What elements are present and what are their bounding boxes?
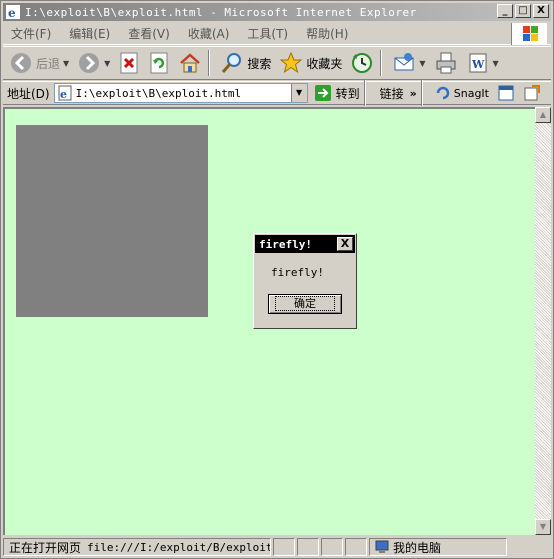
back-button[interactable]: 后退 ▼	[7, 49, 71, 77]
svg-text:e: e	[8, 6, 16, 20]
status-bar: e 正在打开网页 file:///I:/exploit/B/exploit.ht…	[3, 537, 551, 557]
menu-tools[interactable]: 工具(T)	[247, 25, 288, 42]
dialog-title: firefly!	[259, 237, 312, 251]
status-pane	[321, 538, 343, 556]
address-input[interactable]: e I:\exploit\B\exploit.html ▼	[53, 83, 308, 103]
favorites-star-icon	[279, 51, 303, 74]
dialog-message: firefly!	[271, 266, 324, 279]
title-bar[interactable]: e I:\exploit\B\exploit.html - Microsoft …	[3, 3, 551, 21]
address-value: I:\exploit\B\exploit.html	[75, 86, 242, 100]
go-label: 转到	[335, 86, 360, 101]
edit-button[interactable]: W ▼	[464, 49, 501, 77]
window-title: I:\exploit\B\exploit.html - Microsoft In…	[25, 5, 417, 19]
standard-toolbar: 后退 ▼ ▼ 搜索 收藏夹 ▼ W ▼	[3, 46, 551, 80]
stop-icon	[120, 52, 138, 74]
status-pane	[273, 538, 295, 556]
status-main-pane: e 正在打开网页 file:///I:/exploit/B/exploit.ht…	[3, 538, 271, 556]
address-label: 地址(D)	[7, 86, 50, 101]
snagit-label: SnagIt	[453, 86, 489, 100]
capture-window-icon[interactable]	[497, 84, 515, 102]
menu-view[interactable]: 查看(V)	[128, 25, 170, 42]
mail-icon	[394, 53, 414, 71]
edit-word-icon: W	[469, 53, 487, 73]
mail-button[interactable]: ▼	[390, 49, 427, 77]
menu-edit[interactable]: 编辑(E)	[69, 25, 110, 42]
status-zone-pane: 我的电脑	[369, 538, 507, 556]
print-button[interactable]	[432, 49, 460, 77]
windows-logo	[511, 23, 547, 45]
home-button[interactable]	[176, 49, 204, 77]
ie-window: e I:\exploit\B\exploit.html - Microsoft …	[0, 0, 554, 559]
minimize-button[interactable]: _	[497, 4, 513, 18]
stop-button[interactable]	[116, 49, 142, 77]
svg-text:W: W	[471, 58, 485, 71]
scroll-down-button[interactable]: ▼	[535, 519, 551, 535]
links-toolbar[interactable]: 链接 »	[380, 85, 417, 102]
snagit-button[interactable]: SnagIt	[435, 85, 489, 101]
alert-dialog: firefly! X firefly! 确定	[253, 233, 357, 329]
forward-button[interactable]: ▼	[75, 49, 112, 77]
favorites-label: 收藏夹	[306, 56, 343, 71]
search-button[interactable]: 搜索	[218, 49, 273, 77]
scroll-up-button[interactable]: ▲	[535, 107, 551, 123]
my-computer-icon	[375, 540, 389, 553]
ok-label: 确定	[275, 296, 335, 311]
ok-button[interactable]: 确定	[268, 294, 342, 314]
maximize-button[interactable]: □	[515, 4, 531, 18]
status-pane	[297, 538, 319, 556]
status-zone-text: 我的电脑	[393, 540, 442, 555]
vertical-scrollbar[interactable]: ▲ ▼	[535, 107, 551, 535]
search-icon	[222, 53, 242, 73]
close-button[interactable]: X	[533, 4, 549, 18]
chevron-down-icon[interactable]: ▼	[493, 59, 499, 68]
toolbar-separator	[208, 50, 211, 76]
menu-favorites[interactable]: 收藏(A)	[188, 25, 230, 42]
page-icon: e	[58, 85, 72, 101]
go-arrow-icon	[314, 85, 331, 101]
dialog-close-button[interactable]: X	[337, 237, 353, 251]
back-arrow-icon	[11, 53, 31, 73]
links-label: 链接	[379, 86, 404, 101]
search-label: 搜索	[247, 56, 272, 71]
home-icon	[180, 53, 201, 73]
address-bar: 地址(D) e I:\exploit\B\exploit.html ▼ 转到 链…	[3, 80, 551, 106]
ie-icon: e	[6, 5, 20, 20]
favorites-button[interactable]: 收藏夹	[277, 49, 344, 77]
toolbar-separator	[363, 80, 366, 106]
chevron-down-icon[interactable]: ▼	[419, 59, 425, 68]
windows-flag-icon	[523, 26, 538, 41]
chevron-down-icon[interactable]: ▼	[63, 59, 69, 68]
dialog-title-bar[interactable]: firefly! X	[255, 235, 355, 253]
refresh-button[interactable]	[146, 49, 172, 77]
chevron-right-double-icon[interactable]: »	[410, 87, 417, 100]
menu-help[interactable]: 帮助(H)	[306, 25, 348, 42]
address-dropdown-button[interactable]: ▼	[290, 84, 307, 102]
status-pane	[345, 538, 367, 556]
back-label: 后退	[36, 56, 61, 71]
history-icon	[352, 53, 373, 73]
status-url-text: file:///I:/exploit/B/exploit.html	[87, 540, 271, 554]
toolbar-separator	[420, 80, 423, 106]
forward-arrow-icon	[79, 53, 100, 73]
toolbar-separator	[380, 50, 383, 76]
snagit-icon	[436, 86, 449, 100]
history-button[interactable]	[348, 49, 376, 77]
status-loading-text: 正在打开网页	[9, 540, 82, 555]
gray-square	[16, 125, 208, 317]
refresh-icon	[150, 52, 168, 74]
capture-page-icon[interactable]	[523, 84, 541, 102]
go-button[interactable]: 转到	[314, 84, 360, 102]
svg-text:e: e	[60, 88, 67, 101]
chevron-down-icon[interactable]: ▼	[104, 59, 110, 68]
menu-bar: 文件(F) 编辑(E) 查看(V) 收藏(A) 工具(T) 帮助(H)	[3, 23, 551, 45]
menu-file[interactable]: 文件(F)	[11, 25, 51, 42]
print-icon	[436, 52, 456, 74]
